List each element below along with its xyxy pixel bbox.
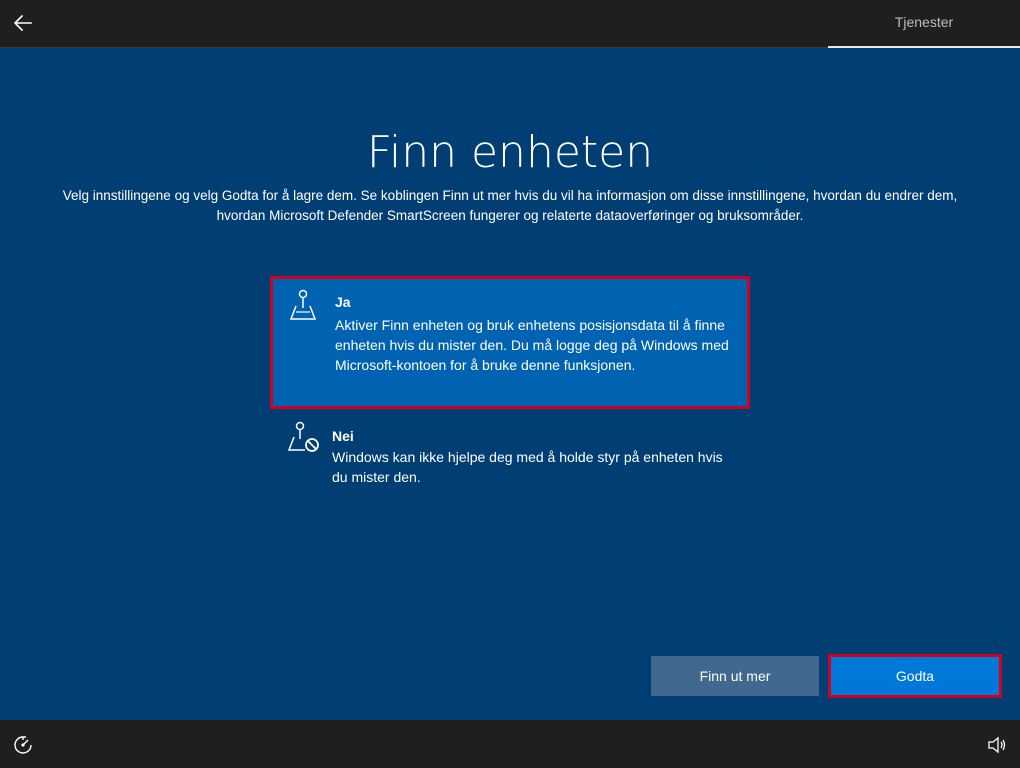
option-yes-title: Ja bbox=[335, 294, 351, 310]
option-yes-description: Aktiver Finn enheten og bruk enhetens po… bbox=[335, 317, 729, 373]
accept-button[interactable]: Godta bbox=[828, 654, 1002, 698]
map-pin-icon bbox=[289, 289, 317, 320]
learn-more-button[interactable]: Finn ut mer bbox=[651, 656, 819, 696]
option-yes[interactable]: Ja Aktiver Finn enheten og bruk enhetens… bbox=[270, 276, 750, 409]
tab-tjenester[interactable]: Tjenester bbox=[828, 0, 1020, 48]
bottom-bar bbox=[0, 720, 1020, 768]
option-no[interactable]: Nei Windows kan ikke hjelpe deg med å ho… bbox=[270, 410, 750, 500]
back-arrow-icon bbox=[13, 14, 32, 32]
volume-icon[interactable] bbox=[986, 734, 1008, 756]
map-pin-blocked-icon bbox=[287, 421, 319, 452]
main-panel: Finn enheten Velg innstillingene og velg… bbox=[0, 48, 1020, 720]
option-no-title: Nei bbox=[332, 428, 354, 444]
page-subtitle: Velg innstillingene og velg Godta for å … bbox=[62, 188, 958, 223]
option-no-description: Windows kan ikke hjelpe deg med å holde … bbox=[332, 449, 723, 485]
back-button[interactable] bbox=[6, 6, 40, 40]
top-bar: Tjenester bbox=[0, 0, 1020, 48]
ease-of-access-icon[interactable] bbox=[12, 734, 34, 756]
page-title: Finn enheten bbox=[366, 127, 654, 178]
